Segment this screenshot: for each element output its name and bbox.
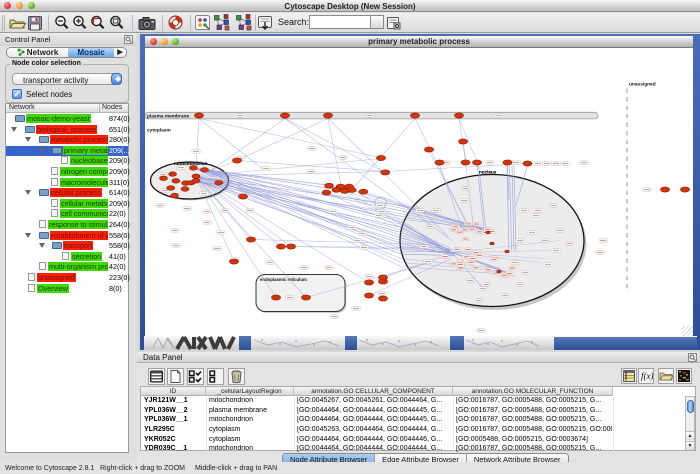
svg-text:plasma membrane: plasma membrane [147,113,189,119]
svg-text:f(x): f(x) [641,371,653,381]
svg-text:unassigned: unassigned [629,82,656,88]
svg-text:nucleus: nucleus [479,170,497,175]
svg-text:mitochondrion: mitochondrion [174,161,208,167]
svg-text:endoplasmic reticulum: endoplasmic reticulum [260,277,307,282]
svg-text:cytoplasm: cytoplasm [147,128,171,134]
